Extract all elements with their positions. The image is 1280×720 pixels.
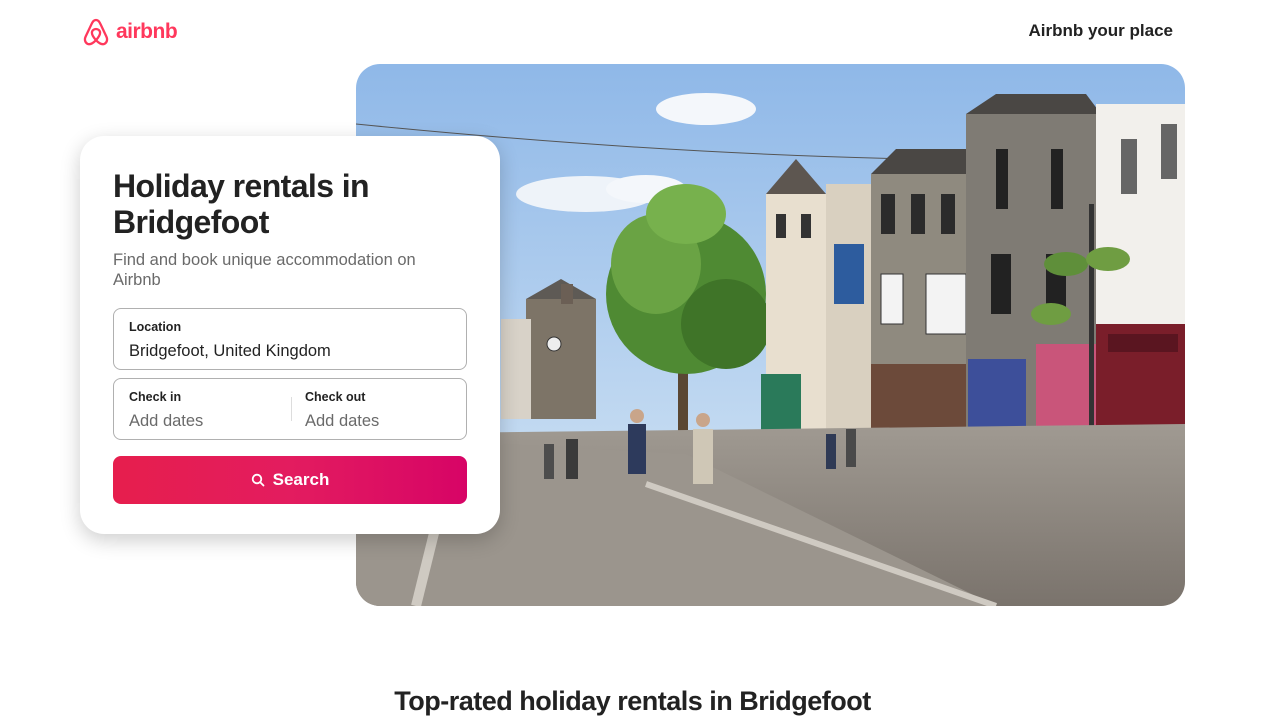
airbnb-your-place-link[interactable]: Airbnb your place (1028, 20, 1173, 42)
check-in-label: Check in (129, 390, 182, 404)
airbnb-logo[interactable]: airbnb (82, 17, 178, 47)
date-divider (291, 397, 292, 421)
search-button-label: Search (272, 470, 330, 489)
check-out-label: Check out (305, 390, 366, 404)
page-title: Holiday rentals in Bridgefoot (113, 168, 370, 240)
check-in-field[interactable]: Check in Add dates (114, 379, 290, 439)
check-in-placeholder: Add dates (129, 412, 204, 430)
location-label: Location (129, 320, 182, 334)
search-button[interactable]: Search (113, 456, 467, 504)
page: airbnb Airbnb your place Holiday rentals… (0, 0, 1280, 720)
page-subtitle: Find and book unique accommodation on Ai… (113, 251, 416, 289)
check-out-placeholder: Add dates (305, 412, 380, 430)
search-card: Holiday rentals in Bridgefoot Find and b… (80, 136, 500, 534)
search-icon (251, 473, 265, 487)
location-input[interactable] (129, 340, 451, 362)
section-title: Top-rated holiday rentals in Bridgefoot (394, 686, 871, 716)
check-out-field[interactable]: Check out Add dates (290, 379, 466, 439)
location-field[interactable]: Location (113, 308, 467, 370)
dates-field: Check in Add dates Check out Add dates (113, 378, 467, 440)
logo-wordmark: airbnb (116, 20, 178, 43)
airbnb-logo-icon (83, 18, 109, 46)
